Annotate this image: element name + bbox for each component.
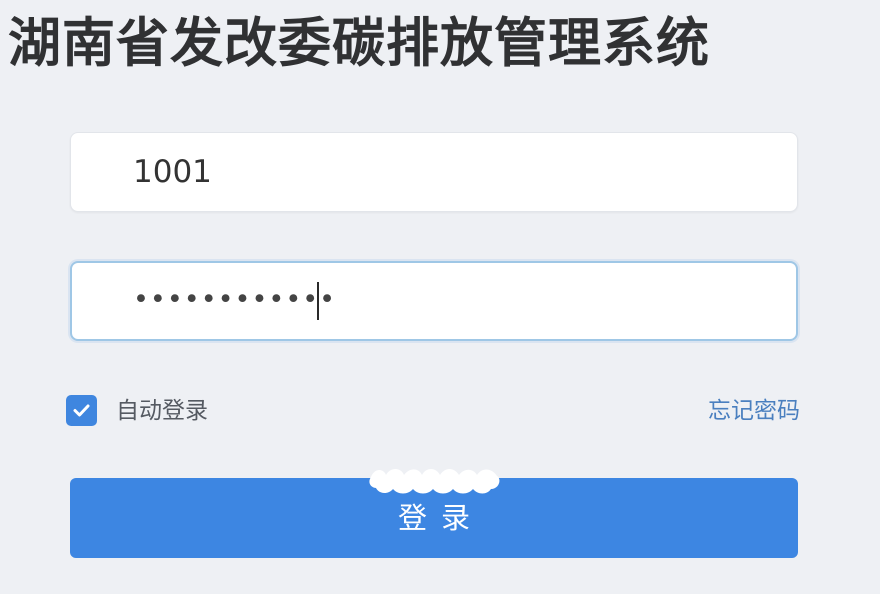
username-value: 1001 — [133, 154, 212, 190]
login-page: 湖南省发改委碳排放管理系统 1001 •••••••••••• 自动登录 忘记密… — [0, 0, 880, 594]
text-cursor — [317, 282, 319, 320]
check-icon — [73, 404, 90, 417]
password-value: •••••••••••• — [133, 284, 337, 315]
username-field[interactable]: 1001 — [70, 132, 798, 212]
login-options: 自动登录 忘记密码 — [66, 394, 800, 428]
remember-label: 自动登录 — [116, 398, 208, 424]
password-field[interactable]: •••••••••••• — [70, 261, 798, 341]
login-button[interactable]: 登录 — [70, 478, 798, 558]
remember-checkbox[interactable] — [66, 395, 97, 426]
page-title: 湖南省发改委碳排放管理系统 — [8, 13, 710, 74]
forgot-password-link[interactable]: 忘记密码 — [708, 394, 800, 428]
